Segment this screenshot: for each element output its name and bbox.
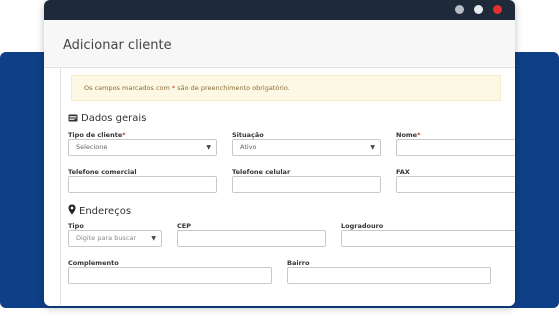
- section-general-title: Dados gerais: [81, 113, 147, 124]
- window-titlebar: [44, 0, 515, 20]
- maximize-button[interactable]: [474, 5, 483, 14]
- name-label-text: Nome: [396, 131, 418, 139]
- client-type-label: Tipo de cliente*: [68, 131, 126, 139]
- phone-mobile-label: Telefone celular: [232, 168, 291, 176]
- required-fields-notice: Os campos marcados com * são de preenchi…: [71, 75, 501, 101]
- name-label: Nome*: [396, 131, 421, 139]
- client-type-label-text: Tipo de cliente: [68, 131, 123, 139]
- street-input[interactable]: [341, 230, 515, 247]
- page-title: Adicionar cliente: [63, 38, 172, 53]
- close-button[interactable]: [493, 5, 502, 14]
- client-type-select[interactable]: Selecione ▼: [68, 139, 217, 156]
- fax-input[interactable]: [396, 176, 515, 193]
- page-header: Adicionar cliente: [44, 20, 515, 68]
- status-select[interactable]: Ativo ▼: [232, 139, 381, 156]
- map-marker-icon: [68, 204, 76, 218]
- client-type-value: Selecione: [76, 143, 108, 151]
- id-card-icon: [68, 114, 78, 125]
- cep-label: CEP: [177, 222, 191, 230]
- status-label: Situação: [232, 131, 264, 139]
- form-content: Os campos marcados com * são de preenchi…: [60, 68, 515, 306]
- minimize-button[interactable]: [455, 5, 464, 14]
- address-type-select[interactable]: Digite para buscar ▼: [68, 230, 162, 247]
- section-general: Dados gerais: [68, 113, 146, 125]
- app-window: Adicionar cliente Os campos marcados com…: [44, 0, 515, 306]
- required-asterisk: *: [417, 131, 421, 139]
- notice-text: Os campos marcados com: [84, 84, 172, 92]
- section-addresses: Endereços: [68, 204, 131, 218]
- section-addresses-title: Endereços: [79, 206, 132, 217]
- phone-commercial-input[interactable]: [68, 176, 217, 193]
- street-label: Logradouro: [341, 222, 384, 230]
- address-type-label: Tipo: [68, 222, 84, 230]
- chevron-down-icon: ▼: [206, 144, 211, 151]
- notice-text-end: são de preenchimento obrigatório.: [175, 84, 290, 92]
- name-input[interactable]: [396, 139, 515, 156]
- phone-commercial-label: Telefone comercial: [68, 168, 137, 176]
- phone-mobile-input[interactable]: [232, 176, 381, 193]
- cep-input[interactable]: [177, 230, 326, 247]
- chevron-down-icon: ▼: [370, 144, 375, 151]
- fax-label: FAX: [396, 168, 410, 176]
- status-value: Ativo: [240, 143, 257, 151]
- complement-label: Complemento: [68, 259, 119, 267]
- address-type-placeholder: Digite para buscar: [76, 234, 137, 242]
- district-label: Bairro: [287, 259, 310, 267]
- district-input[interactable]: [287, 267, 491, 284]
- complement-input[interactable]: [68, 267, 272, 284]
- chevron-down-icon: ▼: [151, 235, 156, 242]
- required-asterisk: *: [122, 131, 126, 139]
